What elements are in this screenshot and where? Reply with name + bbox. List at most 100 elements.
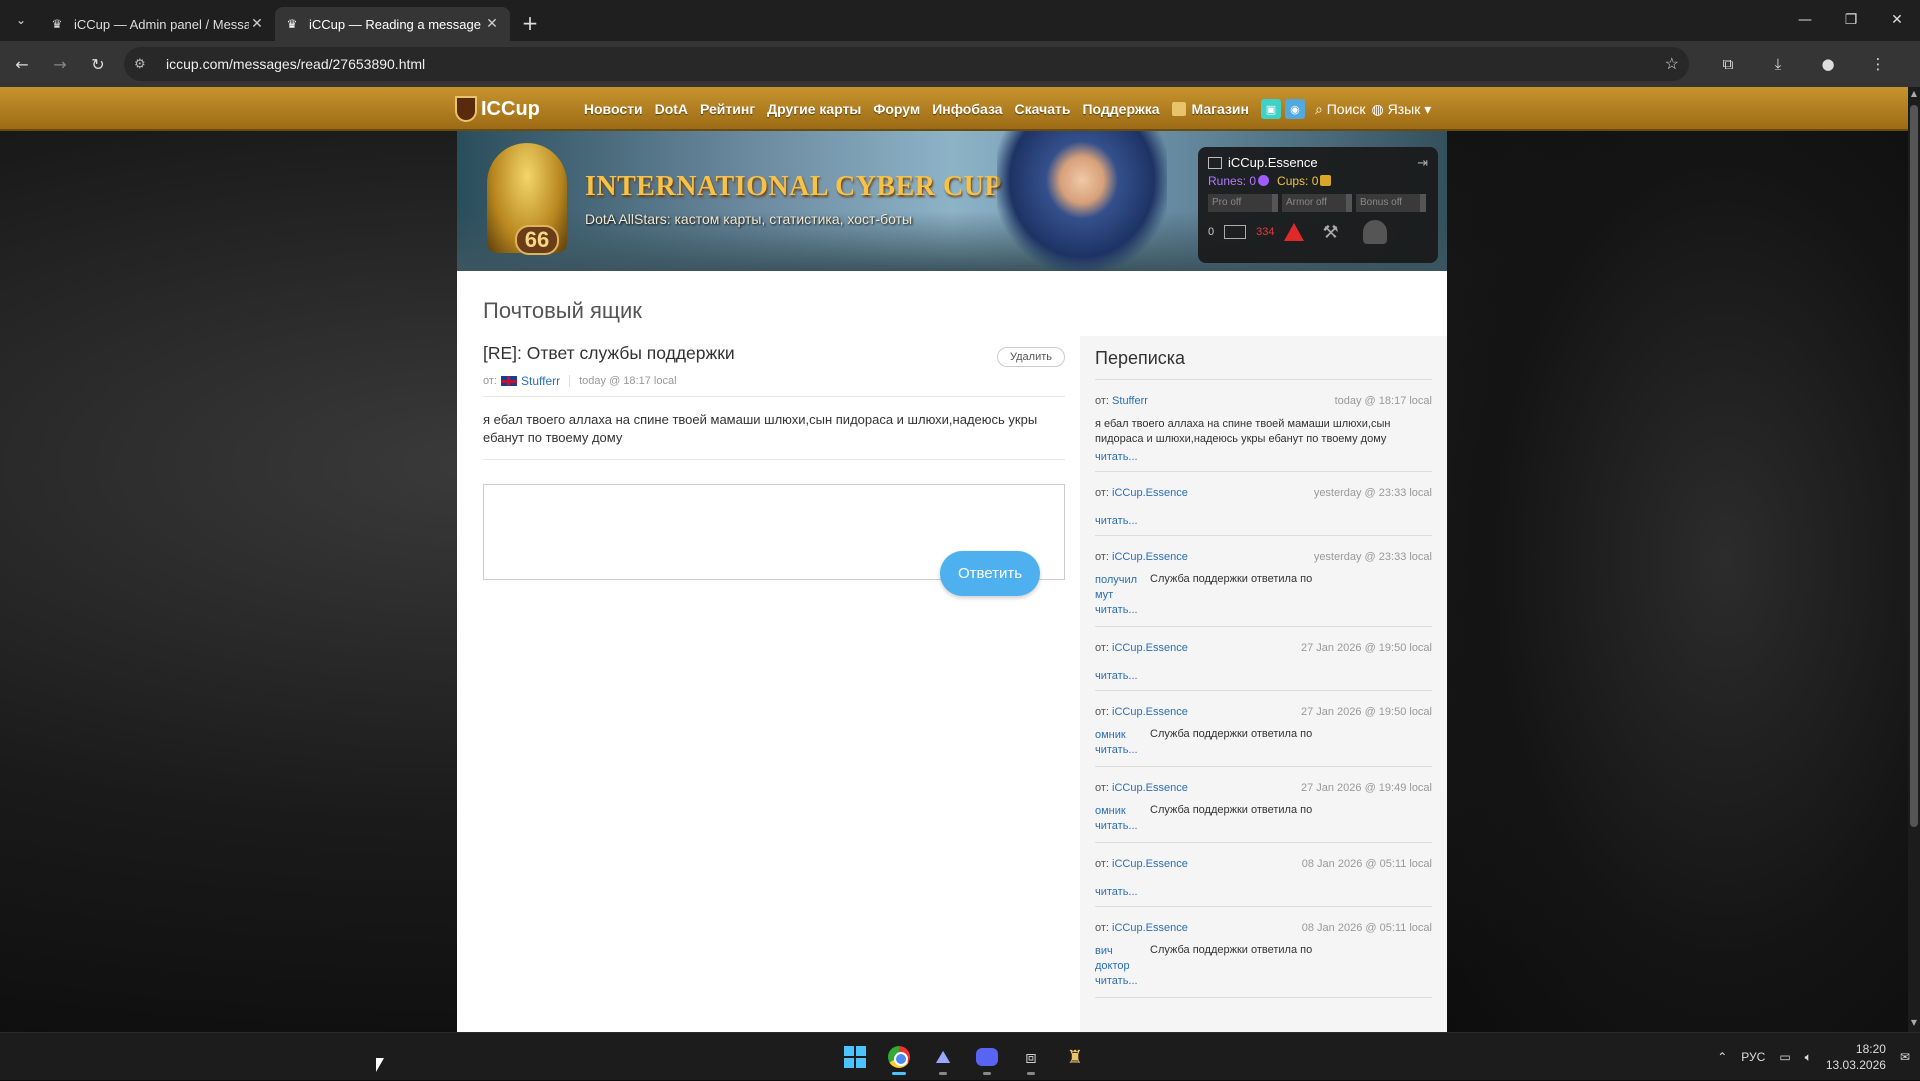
read-more-link[interactable]: читать... — [1095, 451, 1432, 463]
twitch-icon[interactable]: ▣ — [1260, 99, 1281, 119]
page-scrollbar[interactable]: ▲ ▼ — [1908, 87, 1920, 1032]
pro-toggle[interactable]: Pro off — [1208, 194, 1278, 212]
username-link[interactable]: iCCup.Essence — [1228, 155, 1318, 170]
nav-rating[interactable]: Рейтинг — [700, 101, 755, 117]
site-info-icon[interactable]: ⚙ — [134, 56, 156, 72]
taskbar-app-2[interactable]: ⧈ — [1012, 1039, 1050, 1075]
thread-item[interactable]: от: iCCup.Essence 08 Jan 2026 @ 05:11 loc… — [1095, 843, 1432, 907]
nav-support[interactable]: Поддержка — [1082, 101, 1159, 117]
read-more-link[interactable]: читать... — [1095, 743, 1150, 758]
thread-from: от: iCCup.Essence — [1095, 782, 1188, 794]
banner-hero-art — [997, 131, 1167, 271]
thread-item[interactable]: от: iCCup.Essence 27 Jan 2026 @ 19:49 loc… — [1095, 767, 1432, 843]
logo-shield-icon — [455, 96, 477, 122]
scroll-up-icon[interactable]: ▲ — [1908, 89, 1920, 101]
nav-dota[interactable]: DotA — [655, 101, 688, 117]
search-button[interactable]: ⌕ Поиск — [1315, 101, 1366, 118]
banner-subtitle: DotA AllStars: кастом карты, статистика,… — [585, 211, 913, 227]
scrollbar-thumb[interactable] — [1910, 105, 1918, 827]
menu-icon[interactable]: ⋮ — [1853, 48, 1903, 80]
logout-icon[interactable]: ⇥ — [1417, 155, 1428, 171]
page-viewport: ICCup Новости DotA Рейтинг Другие карты … — [0, 87, 1908, 1032]
armor-toggle[interactable]: Armor off — [1282, 194, 1352, 212]
nav-shop[interactable]: Магазин — [1171, 101, 1249, 117]
tab-search-dropdown[interactable]: ⌄ — [6, 5, 36, 35]
close-window-icon[interactable]: ✕ — [1874, 0, 1920, 40]
warning-icon[interactable] — [1284, 223, 1305, 241]
read-more-link[interactable]: читать... — [1095, 670, 1432, 682]
browser-tab-admin[interactable]: ♛ iCCup — Admin panel / Messages ✕ — [40, 7, 275, 41]
tray-overflow-icon[interactable]: ⌃ — [1717, 1050, 1727, 1064]
scroll-down-icon[interactable]: ▼ — [1908, 1018, 1920, 1030]
minimize-icon[interactable]: — — [1782, 0, 1828, 40]
wrench-icon[interactable]: ⚒ — [1322, 222, 1338, 243]
thread-item[interactable]: от: iCCup.Essence 27 Jan 2026 @ 19:50 loc… — [1095, 691, 1432, 767]
thread-item[interactable]: от: Stufferr today @ 18:17 local я ебал тв… — [1095, 380, 1432, 472]
thread-item[interactable]: от: iCCup.Essence 27 Jan 2026 @ 19:50 loc… — [1095, 627, 1432, 691]
read-more-link[interactable]: читать... — [1095, 886, 1432, 898]
thread-author-link[interactable]: Stufferr — [1112, 395, 1148, 407]
thread-tag: получил мут читать... — [1095, 573, 1150, 618]
taskbar-discord[interactable] — [968, 1039, 1006, 1075]
profile-icon[interactable]: ● — [1803, 48, 1853, 80]
tab-close-icon[interactable]: ✕ — [484, 16, 500, 32]
reload-icon[interactable]: ↻ — [82, 48, 114, 80]
nav-forum[interactable]: Форум — [873, 101, 920, 117]
clock[interactable]: 18:20 13.03.2026 — [1826, 1041, 1886, 1073]
download-icon[interactable]: ⤓ — [1753, 48, 1803, 80]
author-link[interactable]: Stufferr — [521, 374, 560, 388]
search-icon: ⌕ — [1314, 100, 1327, 117]
thread-author-link[interactable]: iCCup.Essence — [1112, 551, 1188, 563]
nav-download[interactable]: Скачать — [1015, 101, 1071, 117]
browser-tab-reading[interactable]: ♛ iCCup — Reading a message from ✕ — [275, 7, 510, 41]
tab-title: iCCup — Admin panel / Messages — [74, 16, 249, 32]
restore-icon[interactable]: ❐ — [1828, 0, 1874, 40]
read-more-link[interactable]: читать... — [1095, 603, 1150, 618]
network-icon[interactable]: ▭ — [1779, 1050, 1790, 1064]
thread-author-link[interactable]: iCCup.Essence — [1112, 487, 1188, 499]
reply-button[interactable]: Ответить — [940, 551, 1040, 596]
thread-preview: Служба поддержки ответила по — [1150, 728, 1313, 740]
avatar[interactable] — [1362, 220, 1387, 244]
nav-news[interactable]: Новости — [584, 101, 643, 117]
page-title: Почтовый ящик — [483, 298, 642, 323]
iccup-logo[interactable]: ICCup — [455, 96, 540, 122]
keyboard-language[interactable]: РУС — [1741, 1050, 1765, 1064]
thread-author-link[interactable]: iCCup.Essence — [1112, 922, 1188, 934]
thread-item[interactable]: от: iCCup.Essence yesterday @ 23:33 local… — [1095, 536, 1432, 627]
start-button[interactable] — [836, 1039, 874, 1075]
delete-button[interactable]: Удалить — [997, 347, 1065, 367]
thread-author-link[interactable]: iCCup.Essence — [1112, 858, 1188, 870]
back-icon[interactable]: ← — [6, 48, 38, 80]
taskbar-iccup[interactable]: ♜ — [1056, 1039, 1094, 1075]
taskbar-app[interactable]: ⛰ — [924, 1039, 962, 1075]
read-more-link[interactable]: читать... — [1095, 515, 1432, 527]
new-tab-button[interactable]: + — [514, 7, 546, 39]
thread-item[interactable]: от: iCCup.Essence 08 Jan 2026 @ 05:11 loc… — [1095, 907, 1432, 998]
language-dropdown[interactable]: ◍ Язык ▾ — [1372, 101, 1432, 118]
banner-title: INTERNATIONAL CYBER CUP — [585, 171, 1003, 202]
message-count: 0 — [1208, 226, 1215, 238]
forward-icon[interactable]: → — [44, 48, 76, 80]
nav-infobase[interactable]: Инфобаза — [932, 101, 1002, 117]
running-indicator — [983, 1072, 991, 1075]
thread-author-link[interactable]: iCCup.Essence — [1112, 642, 1188, 654]
thread-item[interactable]: от: iCCup.Essence yesterday @ 23:33 local… — [1095, 472, 1432, 536]
volume-icon[interactable]: 🔈︎ — [1805, 1050, 1812, 1065]
user-icon[interactable]: ◉ — [1284, 99, 1305, 119]
bookmark-star-icon[interactable]: ☆ — [1665, 54, 1679, 74]
runes-label: Runes: 0 — [1208, 174, 1257, 188]
extensions-icon[interactable]: ⧉ — [1703, 48, 1753, 80]
notification-icon[interactable]: ✉ — [1900, 1050, 1910, 1064]
thread-author-link[interactable]: iCCup.Essence — [1112, 782, 1188, 794]
read-more-link[interactable]: читать... — [1095, 974, 1150, 989]
read-more-link[interactable]: читать... — [1095, 819, 1150, 834]
address-bar[interactable]: ⚙ iccup.com/messages/read/27653890.html … — [124, 47, 1689, 81]
thread-author-link[interactable]: iCCup.Essence — [1112, 706, 1188, 718]
taskbar-chrome[interactable] — [880, 1039, 918, 1075]
url-text: iccup.com/messages/read/27653890.html — [166, 56, 426, 72]
tab-close-icon[interactable]: ✕ — [249, 16, 265, 32]
bonus-toggle[interactable]: Bonus off — [1356, 194, 1426, 212]
mail-icon[interactable] — [1224, 225, 1247, 239]
nav-other-maps[interactable]: Другие карты — [767, 101, 861, 117]
